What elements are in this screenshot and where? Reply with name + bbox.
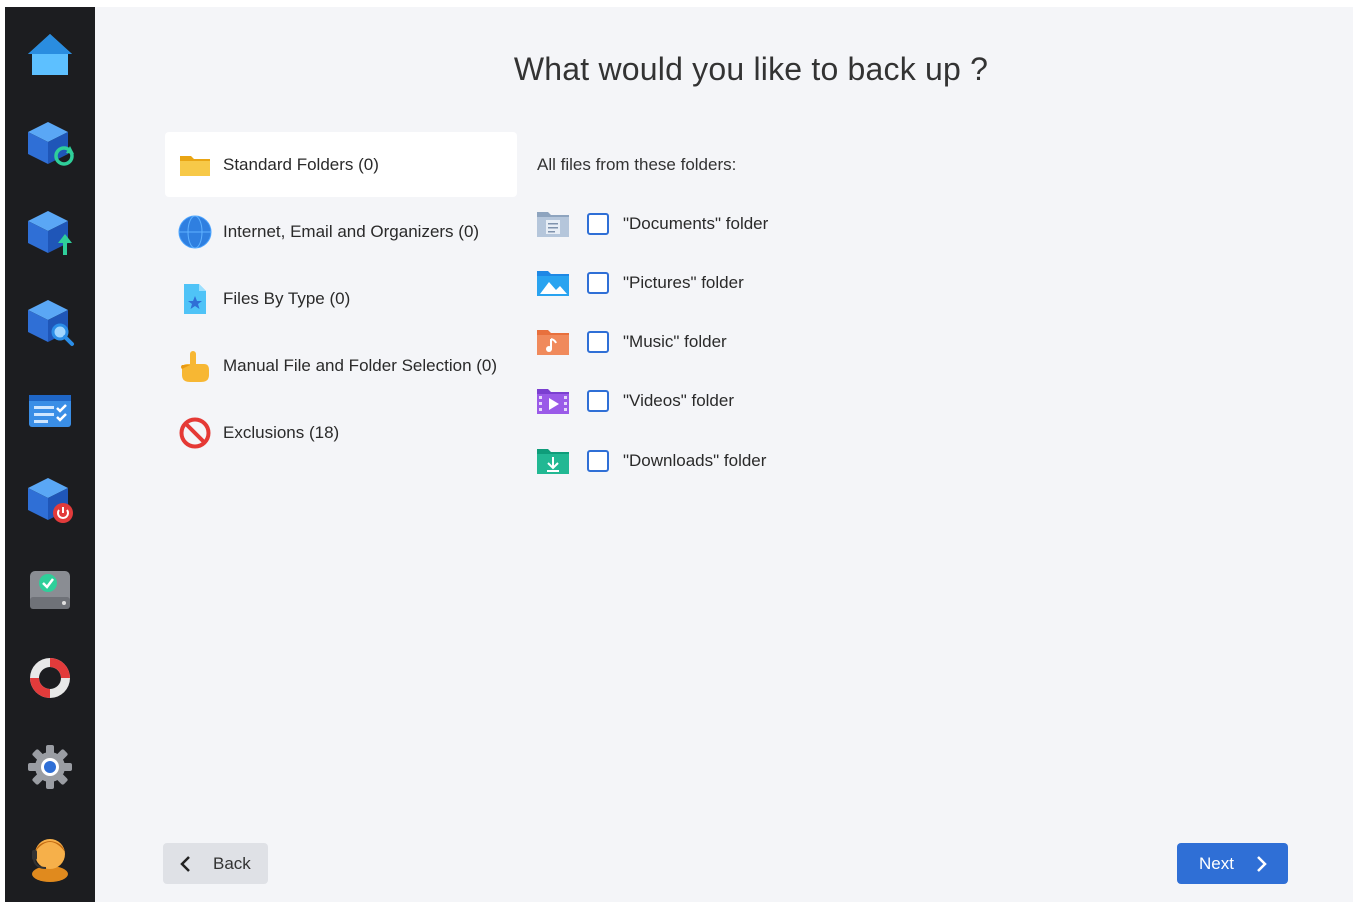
page-title: What would you like to back up ? — [513, 51, 989, 87]
category-label: Standard Folders (0) — [223, 154, 379, 174]
sidebar-item-support[interactable] — [22, 828, 78, 884]
category-internet-email[interactable]: Internet, Email and Organizers (0) — [165, 199, 517, 264]
power-cube-icon — [28, 478, 73, 523]
category-label: Files By Type (0) — [223, 288, 351, 308]
drive-check-icon — [30, 571, 70, 609]
chevron-right-icon — [1257, 855, 1267, 872]
sidebar — [5, 7, 95, 902]
folder-label: "Videos" folder — [623, 391, 734, 410]
next-button[interactable]: Next — [1177, 843, 1288, 884]
globe-icon — [178, 215, 212, 248]
task-list-icon — [29, 395, 71, 427]
folder-label: "Documents" folder — [623, 214, 769, 233]
next-label: Next — [1199, 853, 1234, 873]
sidebar-item-restore[interactable] — [22, 116, 78, 172]
search-cube-icon — [28, 300, 74, 346]
sidebar-item-settings[interactable] — [22, 739, 78, 795]
prohibited-icon — [179, 417, 211, 448]
lifebuoy-icon — [30, 658, 70, 698]
folder-label: "Pictures" folder — [623, 273, 744, 292]
category-label: Exclusions (18) — [223, 422, 340, 442]
category-standard-folders[interactable]: Standard Folders (0) — [165, 132, 517, 197]
app-window: What would you like to back up ? Standar… — [0, 0, 1360, 902]
upload-cube-icon — [28, 211, 72, 255]
gear-icon — [28, 745, 72, 789]
home-icon — [28, 34, 72, 75]
downloads-checkbox[interactable] — [587, 450, 609, 472]
sidebar-item-drive[interactable] — [22, 561, 78, 617]
support-agent-icon — [32, 839, 68, 882]
sidebar-item-search[interactable] — [22, 294, 78, 350]
sidebar-item-backup[interactable] — [22, 205, 78, 261]
folder-row-music: "Music" folder — [535, 325, 727, 359]
documents-folder-icon — [537, 212, 569, 237]
folder-row-pictures: "Pictures" folder — [535, 266, 744, 300]
downloads-folder-icon — [537, 449, 569, 474]
category-manual-selection[interactable]: Manual File and Folder Selection (0) — [165, 333, 517, 398]
music-folder-icon — [537, 330, 569, 355]
star-file-icon — [184, 283, 206, 314]
sidebar-item-help[interactable] — [22, 650, 78, 706]
videos-folder-icon — [537, 389, 569, 414]
folders-heading: All files from these folders: — [537, 155, 737, 174]
folder-row-videos: "Videos" folder — [535, 384, 734, 418]
back-button[interactable]: Back — [163, 843, 268, 884]
sidebar-item-home[interactable] — [22, 27, 78, 83]
videos-checkbox[interactable] — [587, 390, 609, 412]
music-checkbox[interactable] — [587, 331, 609, 353]
documents-checkbox[interactable] — [587, 213, 609, 235]
category-exclusions[interactable]: Exclusions (18) — [165, 400, 517, 465]
category-files-by-type[interactable]: Files By Type (0) — [165, 266, 517, 331]
chevron-left-icon — [180, 855, 190, 872]
folder-label: "Downloads" folder — [623, 451, 767, 470]
folder-row-documents: "Documents" folder — [535, 207, 768, 241]
folder-label: "Music" folder — [623, 332, 727, 351]
pictures-checkbox[interactable] — [587, 272, 609, 294]
category-label: Internet, Email and Organizers (0) — [223, 221, 480, 241]
sidebar-item-tasks[interactable] — [22, 383, 78, 439]
pointing-hand-icon — [181, 350, 209, 382]
pictures-folder-icon — [537, 271, 569, 296]
folder-row-downloads: "Downloads" folder — [535, 444, 766, 478]
back-label: Back — [213, 853, 251, 873]
category-label: Manual File and Folder Selection (0) — [223, 355, 498, 375]
sidebar-item-shutdown[interactable] — [22, 472, 78, 528]
folder-icon — [180, 155, 210, 176]
restore-cube-icon — [28, 122, 74, 166]
main-panel: What would you like to back up ? Standar… — [95, 7, 1353, 902]
